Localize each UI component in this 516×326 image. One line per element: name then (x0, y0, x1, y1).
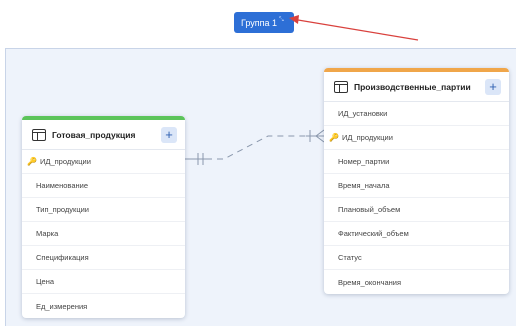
field-name: Спецификация (36, 253, 89, 262)
field-name: Тип_продукции (36, 205, 89, 214)
field-row[interactable]: 🔑 ИД_продукции (22, 150, 185, 174)
field-name: Номер_партии (338, 157, 390, 166)
entity-production-batches[interactable]: Производственные_партии + ИД_установки 🔑… (324, 68, 509, 294)
field-row[interactable]: ИД_установки (324, 102, 509, 126)
entity-title: Готовая_продукция (52, 129, 136, 140)
table-icon (32, 128, 46, 141)
field-row[interactable]: Фактический_объем (324, 222, 509, 246)
add-field-button[interactable]: + (485, 78, 501, 95)
field-name: Ед_измерения (36, 301, 88, 311)
entity-header: Готовая_продукция + (22, 120, 185, 150)
diagram-stage: Группа 1 ⤡ Готовая_продукция + 🔑 ИД_проду… (0, 0, 516, 326)
table-icon (334, 80, 348, 93)
field-name: Время_начала (338, 181, 390, 190)
field-row[interactable]: Статус (324, 246, 509, 270)
entity-header: Производственные_партии + (324, 72, 509, 102)
field-row[interactable]: Цена (22, 270, 185, 294)
field-name: Наименование (36, 181, 88, 190)
entity-finished-products[interactable]: Готовая_продукция + 🔑 ИД_продукции Наимен… (22, 116, 185, 318)
field-row[interactable]: Время_начала (324, 174, 509, 198)
field-row[interactable]: Номер_партии (324, 150, 509, 174)
field-row[interactable]: Спецификация (22, 246, 185, 270)
field-name: Время_окончания (338, 277, 402, 287)
diagram-canvas[interactable]: Готовая_продукция + 🔑 ИД_продукции Наимен… (5, 48, 516, 326)
field-name: Марка (36, 229, 59, 238)
field-row[interactable]: Тип_продукции (22, 198, 185, 222)
primary-key-icon: 🔑 (27, 157, 37, 166)
field-row[interactable]: Наименование (22, 174, 185, 198)
field-row[interactable]: Время_окончания (324, 270, 509, 294)
field-row[interactable]: 🔑 ИД_продукции (324, 126, 509, 150)
field-name: ИД_установки (338, 109, 388, 118)
field-name: Плановый_объем (338, 205, 401, 214)
field-row[interactable]: Марка (22, 222, 185, 246)
field-name: ИД_продукции (341, 133, 393, 142)
foreign-key-icon: 🔑 (329, 133, 339, 142)
field-name: ИД_продукции (39, 157, 91, 166)
entity-title: Производственные_партии (354, 81, 471, 92)
field-name: Статус (338, 253, 362, 262)
field-name: Фактический_объем (338, 229, 409, 238)
field-row[interactable]: Плановый_объем (324, 198, 509, 222)
add-field-button[interactable]: + (161, 126, 177, 143)
field-row[interactable]: Ед_измерения (22, 294, 185, 318)
field-name: Цена (36, 277, 55, 286)
